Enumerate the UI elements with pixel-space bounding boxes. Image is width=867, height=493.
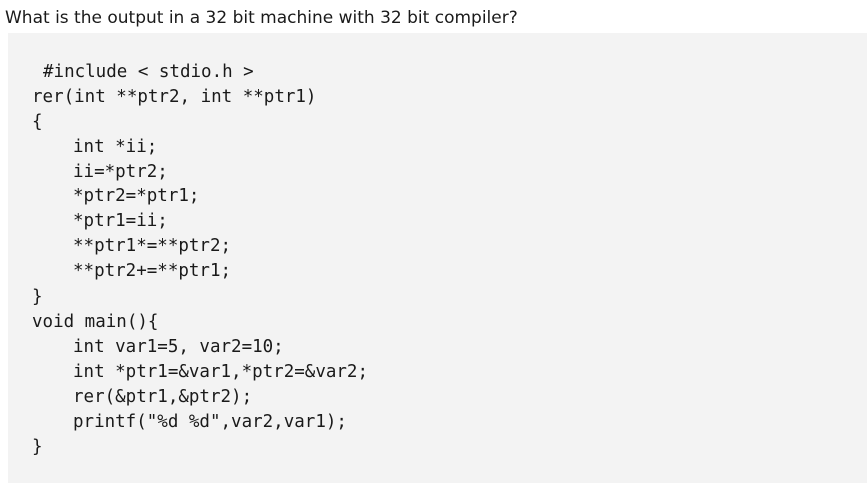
code-block: #include < stdio.h > rer(int **ptr2, int… xyxy=(8,33,867,483)
code-line: rer(&ptr1,&ptr2); xyxy=(73,387,253,407)
code-line: int var1=5, var2=10; xyxy=(73,337,284,357)
code-line: **ptr2+=**ptr1; xyxy=(73,261,232,281)
code-line: *ptr1=ii; xyxy=(73,211,168,231)
code-line: #include < stdio.h > xyxy=(43,62,254,82)
code-line: **ptr1*=**ptr2; xyxy=(73,236,232,256)
question-text: What is the output in a 32 bit machine w… xyxy=(5,8,518,28)
code-line: void main(){ xyxy=(32,312,159,332)
code-line: int *ptr1=&var1,*ptr2=&var2; xyxy=(73,362,369,382)
code-line: *ptr2=*ptr1; xyxy=(73,186,200,206)
code-line: { xyxy=(32,112,43,132)
code-line: printf("%d %d",var2,var1); xyxy=(73,412,347,432)
code-line: ii=*ptr2; xyxy=(73,162,168,182)
code-line: int *ii; xyxy=(73,137,158,157)
code-line: } xyxy=(32,437,43,457)
code-line: } xyxy=(32,287,43,307)
code-line: rer(int **ptr2, int **ptr1) xyxy=(32,87,317,107)
